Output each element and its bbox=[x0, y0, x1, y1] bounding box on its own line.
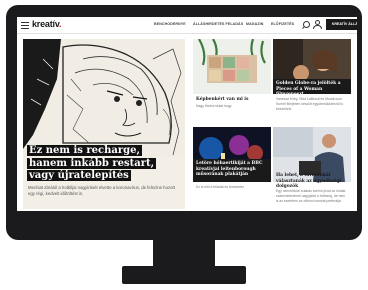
card-description: Ez is elől a feladat és tervezeter bbox=[196, 185, 245, 189]
card-description: Egy nemzetközi kutatás szerint jóval az … bbox=[276, 189, 346, 203]
kreativ-allas-button[interactable]: KREATÍV ÁLLÁS bbox=[326, 19, 357, 30]
hero-title[interactable]: Ez nem is recharge, hanem inkább restart… bbox=[27, 145, 177, 183]
nav-item-elofizetes[interactable]: ELŐFIZETÉS bbox=[271, 22, 294, 26]
card-description: Vanessa Kirby, Shia LaBeouf és Mundruczó… bbox=[276, 97, 343, 111]
hero-article[interactable]: Ez nem is recharge, hanem inkább restart… bbox=[23, 39, 185, 209]
hamburger-menu-icon[interactable] bbox=[21, 22, 29, 29]
logo-text: kreatív bbox=[32, 19, 59, 29]
logo-dot: . bbox=[58, 19, 62, 29]
search-icon[interactable] bbox=[303, 21, 310, 28]
article-card[interactable]: Ha lehet, a távmunkát választanák az ügy… bbox=[273, 127, 351, 209]
nav-item-magazin[interactable]: MAGAZIN bbox=[246, 22, 263, 26]
article-card[interactable]: Letöre hóhaertikiját a BBC kreatívjai le… bbox=[193, 127, 271, 209]
monitor-frame: kreatív. BENCHODERNYE ÁLLÁSHIRDETÉS FELA… bbox=[6, 5, 362, 240]
card-title-overlay: Golden Globe-ra jelölték a Pieces of a W… bbox=[273, 79, 351, 97]
nav-item-allashirdetes[interactable]: ÁLLÁSHIRDETÉS FELADÁS bbox=[193, 22, 243, 26]
hero-excerpt: Mechiat Zinától a hotbiljai nagyírásét e… bbox=[28, 185, 175, 196]
card-title[interactable]: Képbenkért van mi is bbox=[196, 97, 268, 103]
hero-illustration bbox=[23, 39, 185, 157]
site-logo[interactable]: kreatív. bbox=[32, 19, 62, 29]
card-title[interactable]: Golden Globe-ra jelölték a Pieces of a W… bbox=[276, 81, 348, 98]
card-title-overlay: Letöre hóhaertikiját a BBC kreatívjai le… bbox=[193, 159, 271, 182]
card-title[interactable]: Letöre hóhaertikiját a BBC kreatívjai le… bbox=[196, 161, 268, 178]
article-card[interactable]: Golden Globe-ra jelölték a Pieces of a W… bbox=[273, 39, 351, 121]
card-image bbox=[193, 39, 271, 94]
article-card[interactable]: Képbenkért van mi is Nagy lövést mutat h… bbox=[193, 39, 271, 121]
nav-item-benchodernye[interactable]: BENCHODERNYE bbox=[154, 22, 186, 26]
card-description: Nagy lövést mutat hogy bbox=[196, 104, 232, 108]
top-navigation-bar: kreatív. BENCHODERNYE ÁLLÁSHIRDETÉS FELA… bbox=[17, 17, 357, 34]
monitor-stand-neck bbox=[153, 240, 215, 268]
screen: kreatív. BENCHODERNYE ÁLLÁSHIRDETÉS FELA… bbox=[17, 17, 357, 211]
card-title[interactable]: Ha lehet, a távmunkát választanák az ügy… bbox=[276, 173, 348, 190]
monitor-stand-base bbox=[122, 266, 246, 284]
user-icon[interactable] bbox=[313, 20, 322, 29]
